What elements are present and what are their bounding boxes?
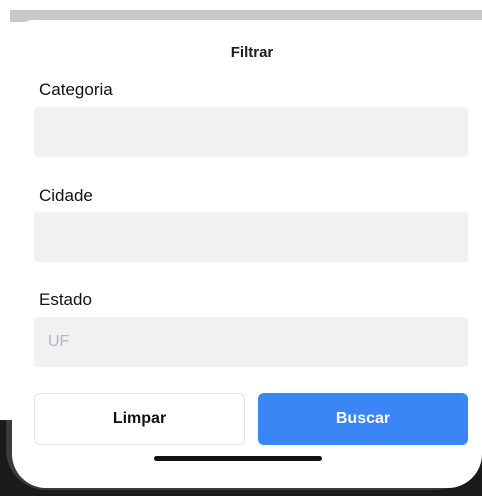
- state-label: Estado: [39, 290, 92, 309]
- sheet-title: Filtrar: [230, 44, 274, 61]
- state-input[interactable]: [34, 317, 468, 367]
- clear-button-label: Limpar: [112, 410, 167, 427]
- search-button-label: Buscar: [335, 410, 391, 427]
- category-label: Categoria: [39, 80, 113, 99]
- category-input[interactable]: [34, 107, 468, 157]
- clear-button[interactable]: Limpar: [34, 393, 245, 445]
- city-input[interactable]: [34, 212, 468, 262]
- search-button[interactable]: Buscar: [258, 393, 468, 445]
- city-label: Cidade: [39, 186, 93, 205]
- home-indicator[interactable]: [154, 456, 322, 461]
- filter-sheet: Filtrar Categoria Cidade Estado Limpar B…: [12, 20, 482, 488]
